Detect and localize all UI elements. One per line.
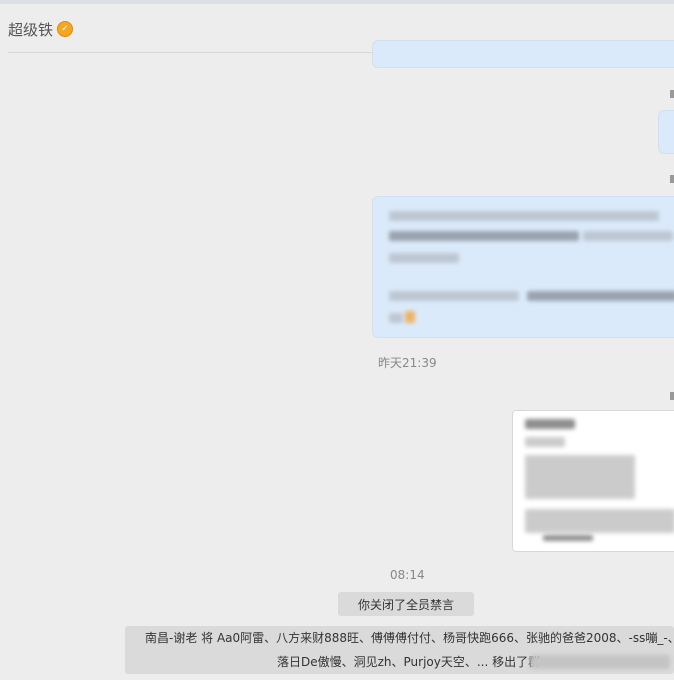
redacted-image-text bbox=[525, 419, 575, 429]
chat-title[interactable]: 超级铁 bbox=[8, 19, 53, 40]
redacted-text bbox=[527, 291, 674, 301]
system-notice-removed: 南昌-谢老 将 Aa0阿雷、八方来财888旺、傅傅傅付付、杨哥快跑666、张驰的… bbox=[125, 626, 674, 674]
message-bubble[interactable] bbox=[658, 110, 674, 154]
redacted-text bbox=[583, 231, 673, 241]
redacted-image-text bbox=[525, 437, 565, 447]
message-bubble[interactable] bbox=[372, 40, 674, 68]
removed-line-1: 南昌-谢老 将 Aa0阿雷、八方来财888旺、傅傅傅付付、杨哥快跑666、张驰的… bbox=[145, 631, 674, 645]
message-bubble[interactable] bbox=[372, 196, 674, 338]
chat-header: 超级铁 ✓ bbox=[8, 18, 74, 40]
image-message[interactable] bbox=[512, 410, 674, 552]
redacted-text bbox=[389, 211, 659, 221]
timestamp: 08:14 bbox=[390, 568, 425, 582]
sender-name-fragment bbox=[670, 392, 674, 400]
timestamp: 昨天21:39 bbox=[378, 356, 437, 370]
sender-name-fragment bbox=[670, 90, 674, 98]
redacted-image-text bbox=[543, 535, 593, 541]
redacted-text bbox=[389, 291, 519, 301]
redacted-text bbox=[530, 655, 670, 669]
vip-badge-icon: ✓ bbox=[57, 21, 74, 37]
redacted-text bbox=[389, 253, 459, 263]
redacted-image-area bbox=[525, 455, 635, 499]
redacted-image-area bbox=[525, 509, 674, 533]
removed-line-2: 落日De傲慢、洞见zh、Purjoy天空、... 移出了群 bbox=[277, 655, 541, 669]
sender-name-fragment bbox=[670, 175, 674, 183]
redacted-text bbox=[389, 231, 579, 241]
redacted-text bbox=[389, 313, 403, 323]
system-notice-mute: 你关闭了全员禁言 bbox=[338, 592, 474, 616]
window-top-border bbox=[0, 0, 674, 4]
emoji-icon bbox=[405, 311, 415, 323]
